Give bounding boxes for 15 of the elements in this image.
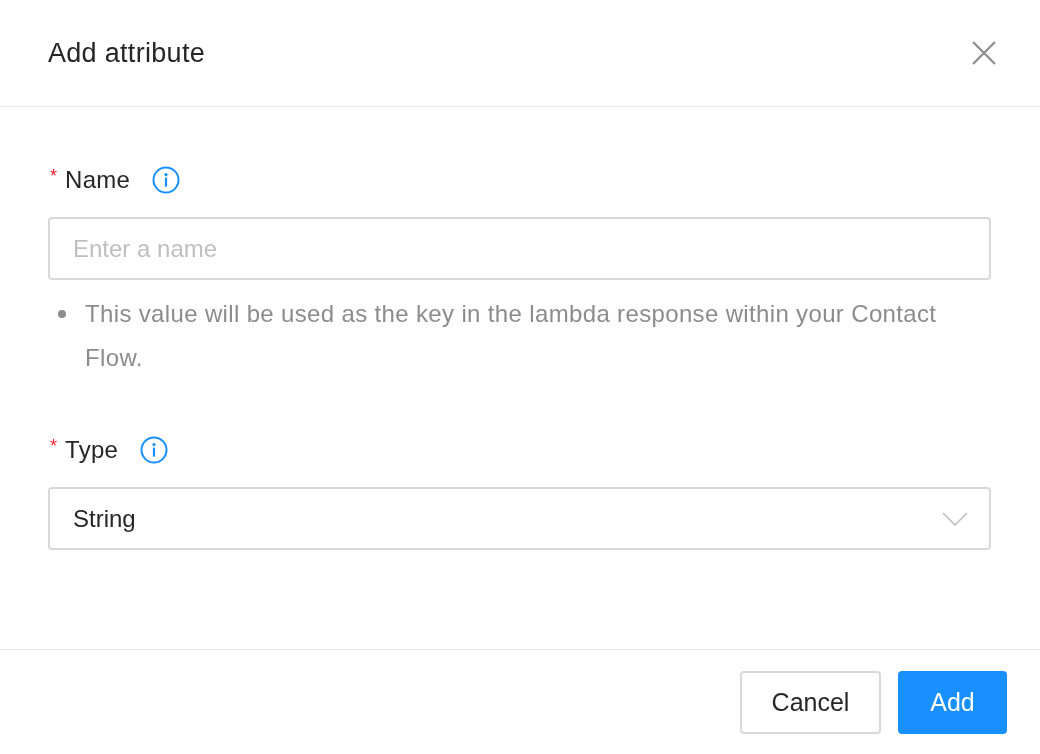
info-icon[interactable]: [140, 436, 169, 464]
type-select[interactable]: String: [48, 487, 991, 550]
name-input[interactable]: Enter a name: [48, 217, 991, 280]
required-mark: *: [50, 437, 57, 455]
cancel-button[interactable]: Cancel: [740, 670, 881, 734]
dialog-title: Add attribute: [48, 37, 205, 70]
info-icon[interactable]: [152, 166, 181, 194]
field-label: Type: [65, 435, 119, 465]
field-label: Name: [65, 165, 131, 195]
close-icon: [972, 41, 996, 65]
hint-text: This value will be used as the key in the lambda response within your Contact Flow.: [85, 299, 938, 373]
chevron-down-icon: [942, 511, 968, 526]
required-mark: *: [50, 167, 57, 185]
bullet-icon: [58, 310, 66, 318]
close-button[interactable]: [972, 41, 996, 65]
